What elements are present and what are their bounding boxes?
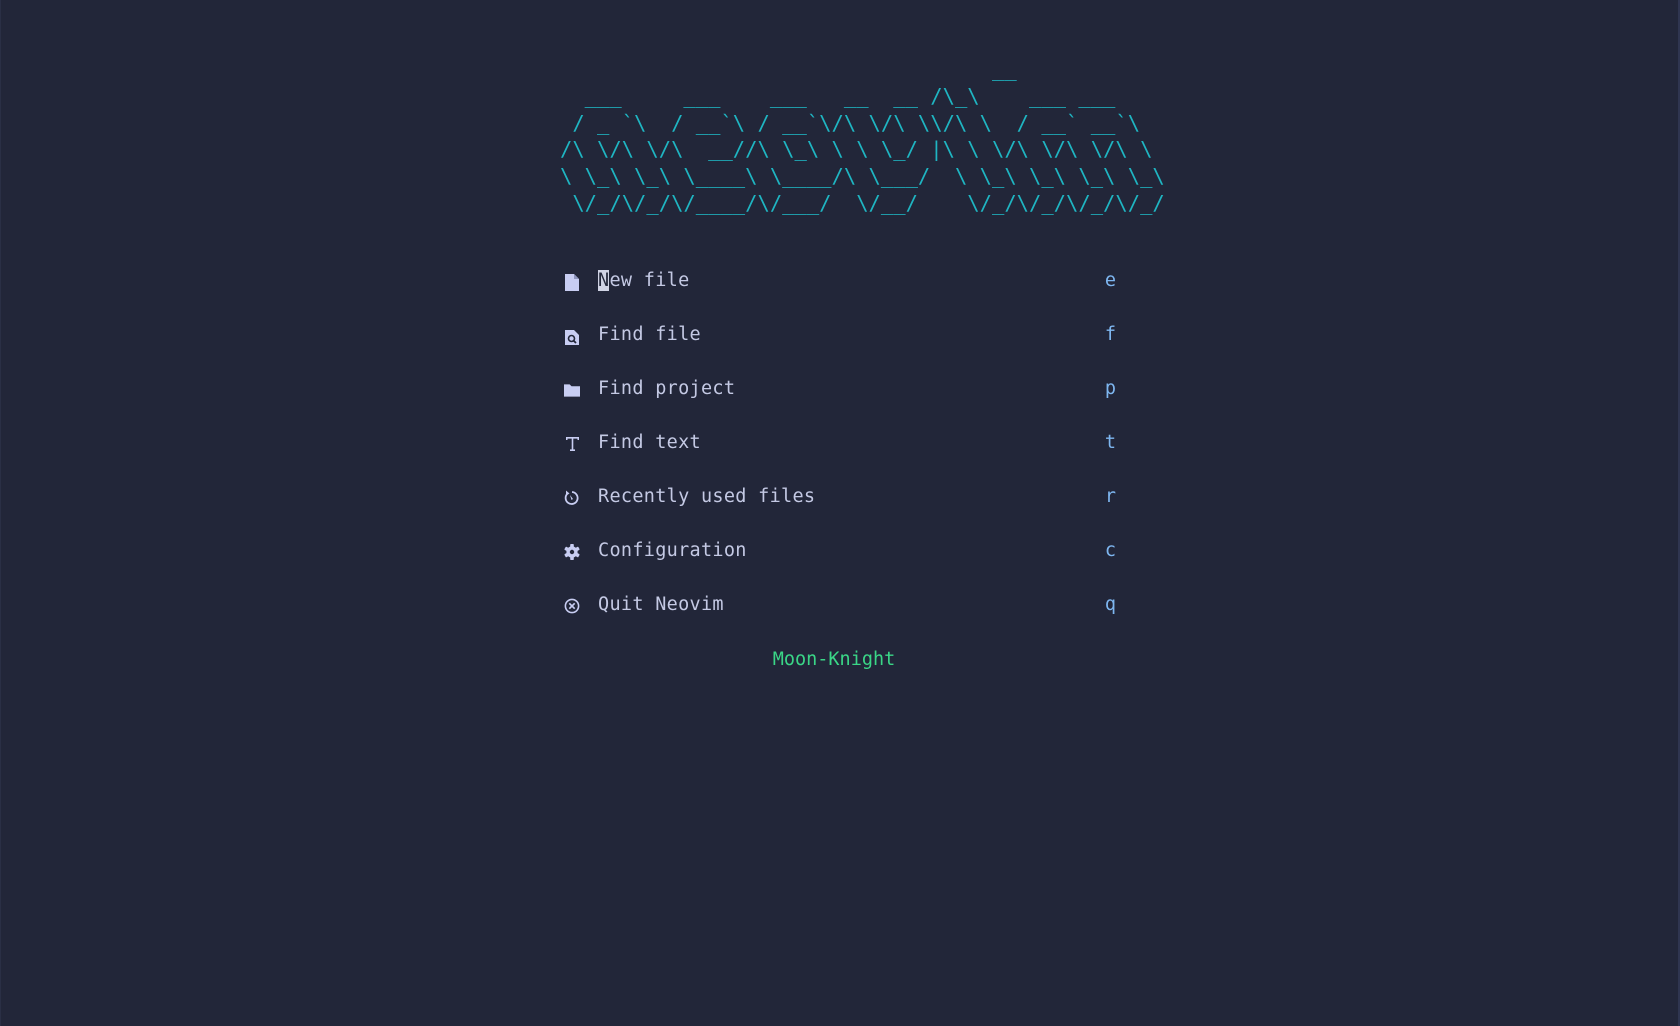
history-icon <box>564 488 580 508</box>
menu-item-label: Find text <box>598 432 701 453</box>
menu-item-configuration[interactable]: Configuration c <box>564 534 1116 588</box>
menu-item-label: Find file <box>598 324 701 345</box>
shortcut-key: f <box>1104 324 1116 345</box>
menu-item-label: Recently used files <box>598 486 816 507</box>
folder-icon <box>564 380 580 400</box>
menu-item-new-file[interactable]: New file e <box>564 264 1116 318</box>
file-search-icon <box>564 326 580 346</box>
shortcut-key: e <box>1104 270 1116 291</box>
shortcut-key: r <box>1104 486 1116 507</box>
shortcut-key: q <box>1104 594 1116 615</box>
shortcut-key: p <box>1104 378 1116 399</box>
menu-item-recent-files[interactable]: Recently used files r <box>564 480 1116 534</box>
menu-item-quit[interactable]: Quit Neovim q <box>564 588 1116 642</box>
dashboard-menu: New file e Find file f Find project p Fi… <box>564 264 1116 642</box>
menu-item-find-file[interactable]: Find file f <box>564 318 1116 372</box>
shortcut-key: t <box>1104 432 1116 453</box>
text-cursor: N <box>598 270 610 291</box>
text-icon <box>564 434 580 454</box>
menu-item-find-text[interactable]: Find text t <box>564 426 1116 480</box>
menu-item-label: Find project <box>598 378 736 399</box>
menu-item-label: New file <box>598 270 690 291</box>
dashboard-footer: Moon-Knight <box>772 649 896 670</box>
window-left-border <box>0 0 1 1026</box>
menu-item-find-project[interactable]: Find project p <box>564 372 1116 426</box>
menu-item-label: Configuration <box>598 540 747 561</box>
gear-icon <box>564 542 580 562</box>
close-circle-icon <box>564 596 580 616</box>
shortcut-key: c <box>1104 540 1116 561</box>
file-icon <box>564 272 580 292</box>
ascii-banner: __ ___ ___ ___ __ __ /\_\ ___ ___ / _ `\… <box>560 57 1165 215</box>
menu-item-label: Quit Neovim <box>598 594 724 615</box>
